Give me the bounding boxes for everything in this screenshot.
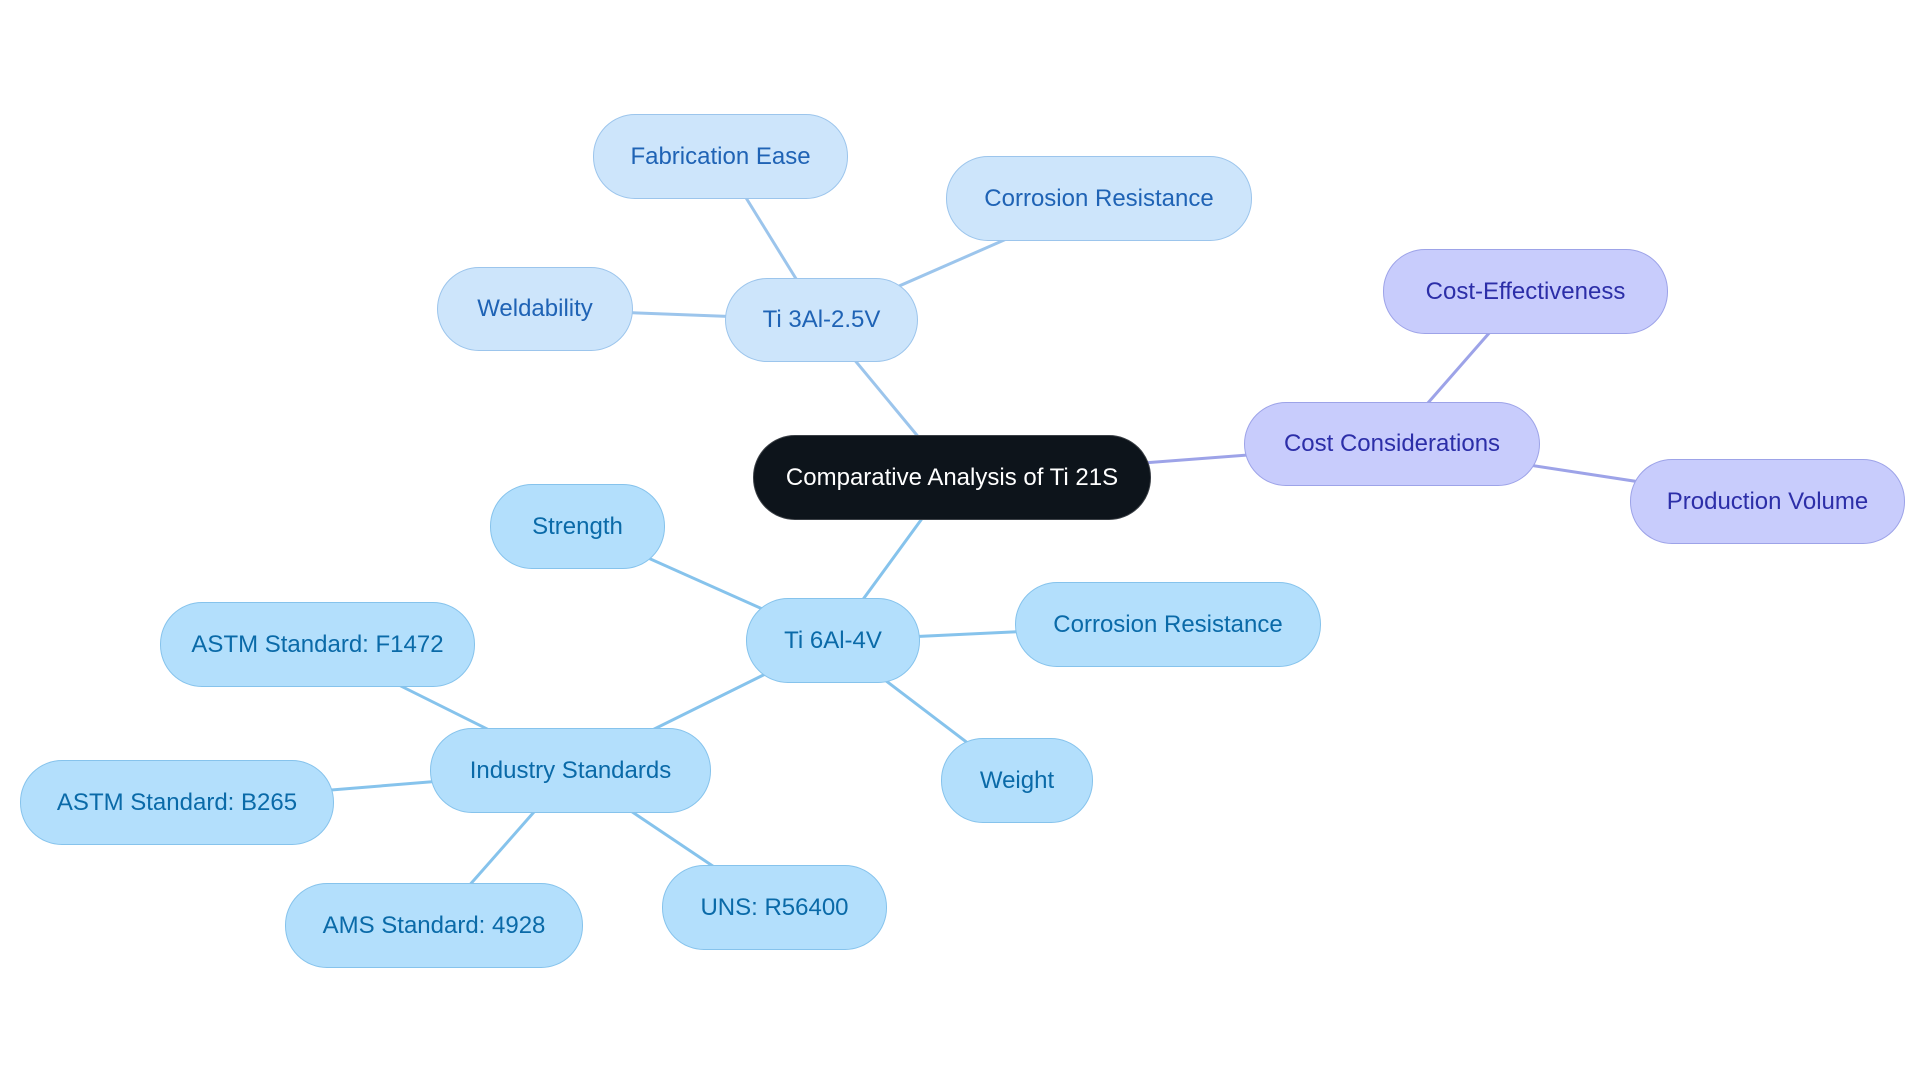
node-weight[interactable]: Weight [941,738,1093,823]
root-node[interactable]: Comparative Analysis of Ti 21S [753,435,1151,520]
node-strength[interactable]: Strength [490,484,665,569]
node-uns-r56400[interactable]: UNS: R56400 [662,865,887,950]
node-fabrication-ease[interactable]: Fabrication Ease [593,114,848,199]
node-weldability[interactable]: Weldability [437,267,633,351]
node-astm-standard-f1472[interactable]: ASTM Standard: F1472 [160,602,475,687]
node-corrosion-resistance-ti6al[interactable]: Corrosion Resistance [1015,582,1321,667]
node-astm-standard-b265[interactable]: ASTM Standard: B265 [20,760,334,845]
node-cost-considerations[interactable]: Cost Considerations [1244,402,1540,486]
node-ams-standard-4928[interactable]: AMS Standard: 4928 [285,883,583,968]
node-ti-3al-2-5v[interactable]: Ti 3Al-2.5V [725,278,918,362]
node-cost-effectiveness[interactable]: Cost-Effectiveness [1383,249,1668,334]
node-production-volume[interactable]: Production Volume [1630,459,1905,544]
node-corrosion-resistance-ti3al[interactable]: Corrosion Resistance [946,156,1252,241]
node-industry-standards[interactable]: Industry Standards [430,728,711,813]
node-ti-6al-4v[interactable]: Ti 6Al-4V [746,598,920,683]
